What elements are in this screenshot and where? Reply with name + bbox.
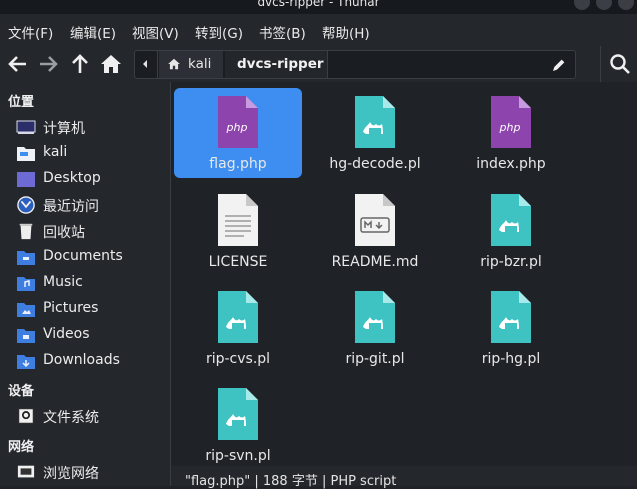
music-folder-icon (17, 277, 35, 291)
file-name: README.md (331, 254, 419, 270)
recent-icon (17, 196, 35, 214)
home-icon[interactable] (99, 52, 123, 76)
search-icon[interactable] (608, 52, 632, 76)
file-item[interactable]: rip-git.pl (311, 283, 439, 373)
section-devices: 设备 (8, 384, 35, 399)
sidebar-item-videos[interactable]: Videos (16, 323, 166, 347)
sidebar-item-recent[interactable]: 最近访问 (16, 193, 166, 217)
file-name: flag.php (209, 156, 267, 172)
edit-pencil-icon[interactable] (551, 57, 567, 73)
sidebar-item-trash[interactable]: 回收站 (16, 219, 166, 243)
menu-bar: 文件(F) 编辑(E) 视图(V) 转到(G) 书签(B) 帮助(H) (0, 14, 637, 46)
breadcrumb-kali[interactable]: kali (159, 51, 223, 78)
file-item[interactable]: rip-hg.pl (447, 283, 575, 373)
markdown-file-icon (355, 194, 395, 246)
toolbar: kali dvcs-ripper (0, 46, 637, 82)
sidebar: 位置 计算机 kali Desktop 最近访问 回收站 Documents M… (0, 82, 170, 486)
status-bar: "flag.php" | 188 字节 | PHP script (171, 466, 637, 489)
file-name: hg-decode.pl (329, 156, 421, 172)
perl-file-icon (491, 291, 531, 343)
breadcrumb-kali-label: kali (188, 56, 212, 72)
downloads-folder-icon (17, 355, 35, 369)
menu-view[interactable]: 视图(V) (132, 22, 179, 42)
sidebar-item-computer[interactable]: 计算机 (16, 115, 166, 139)
sidebar-item-label: Documents (43, 248, 123, 264)
home-icon (168, 58, 180, 70)
menu-go[interactable]: 转到(G) (195, 22, 243, 42)
file-name: rip-bzr.pl (480, 254, 542, 270)
file-name: LICENSE (208, 254, 268, 270)
file-name: rip-svn.pl (205, 448, 271, 464)
sidebar-item-desktop[interactable]: Desktop (16, 167, 166, 191)
file-item[interactable]: LICENSE (174, 186, 302, 276)
chevron-left-icon[interactable] (138, 57, 152, 71)
sidebar-item-pictures[interactable]: Pictures (16, 297, 166, 321)
file-item[interactable]: hg-decode.pl (311, 88, 439, 178)
status-text: "flag.php" | 188 字节 | PHP script (185, 474, 397, 489)
drive-icon (18, 408, 34, 424)
section-places: 位置 (8, 95, 35, 110)
file-name: rip-cvs.pl (205, 351, 271, 367)
sidebar-item-label: 最近访问 (43, 199, 99, 215)
arrow-left-icon[interactable] (6, 52, 30, 76)
sidebar-item-downloads[interactable]: Downloads (16, 349, 166, 373)
sidebar-item-documents[interactable]: Documents (16, 245, 166, 269)
file-view: php flag.php hg-decode.pl php index.php … (171, 82, 637, 466)
sidebar-item-label: 计算机 (43, 121, 85, 137)
sidebar-item-label: Pictures (43, 300, 99, 316)
file-name: rip-hg.pl (481, 351, 541, 367)
perl-file-icon (491, 194, 531, 246)
sidebar-item-label: 文件系统 (43, 410, 99, 426)
file-item[interactable]: rip-svn.pl (174, 380, 302, 470)
php-file-icon: php (491, 96, 531, 148)
file-item[interactable]: rip-bzr.pl (447, 186, 575, 276)
trash-icon (19, 223, 33, 240)
php-file-icon: php (218, 96, 258, 148)
file-item[interactable]: rip-cvs.pl (174, 283, 302, 373)
sidebar-item-label: Downloads (43, 352, 120, 368)
svg-text:php: php (226, 121, 248, 134)
arrow-right-icon[interactable] (36, 52, 60, 76)
perl-file-icon (355, 96, 395, 148)
network-icon (17, 465, 35, 478)
window-title: dvcs-ripper - Thunar (257, 0, 380, 9)
file-item[interactable]: php flag.php (174, 88, 302, 178)
sidebar-item-music[interactable]: Music (16, 271, 166, 295)
arrow-up-icon[interactable] (68, 52, 92, 76)
sidebar-item-label: 回收站 (43, 225, 85, 241)
perl-file-icon (218, 388, 258, 440)
breadcrumb-current-label: dvcs-ripper (237, 56, 324, 72)
menu-bookmarks[interactable]: 书签(B) (259, 22, 306, 42)
sidebar-item-label: kali (43, 144, 68, 160)
home-folder-icon (17, 147, 35, 161)
file-name: index.php (476, 156, 546, 172)
sidebar-item-label: Desktop (43, 170, 101, 186)
location-bar: kali dvcs-ripper (134, 50, 576, 79)
file-item[interactable]: php index.php (447, 88, 575, 178)
sidebar-item-filesystem[interactable]: 文件系统 (16, 404, 166, 428)
file-item[interactable]: README.md (311, 186, 439, 276)
sidebar-item-label: Music (43, 274, 83, 290)
desktop-folder-icon (17, 172, 35, 187)
perl-file-icon (355, 291, 395, 343)
sidebar-item-label: 浏览网络 (43, 466, 99, 482)
text-file-icon (218, 194, 258, 246)
videos-folder-icon (17, 329, 35, 343)
breadcrumb-dvcs-ripper[interactable]: dvcs-ripper (225, 51, 327, 78)
menu-file[interactable]: 文件(F) (8, 22, 53, 42)
pictures-folder-icon (17, 303, 35, 317)
section-network: 网络 (8, 440, 35, 455)
menu-help[interactable]: 帮助(H) (322, 22, 370, 42)
documents-folder-icon (17, 251, 35, 265)
perl-file-icon (218, 291, 258, 343)
file-name: rip-git.pl (345, 351, 405, 367)
menu-edit[interactable]: 编辑(E) (70, 22, 116, 42)
sidebar-item-browse-network[interactable]: 浏览网络 (16, 460, 166, 484)
sidebar-item-kali[interactable]: kali (16, 141, 166, 165)
svg-text:php: php (499, 121, 521, 134)
sidebar-item-label: Videos (43, 326, 90, 342)
computer-icon (16, 120, 36, 134)
title-bar: dvcs-ripper - Thunar (0, 0, 637, 14)
